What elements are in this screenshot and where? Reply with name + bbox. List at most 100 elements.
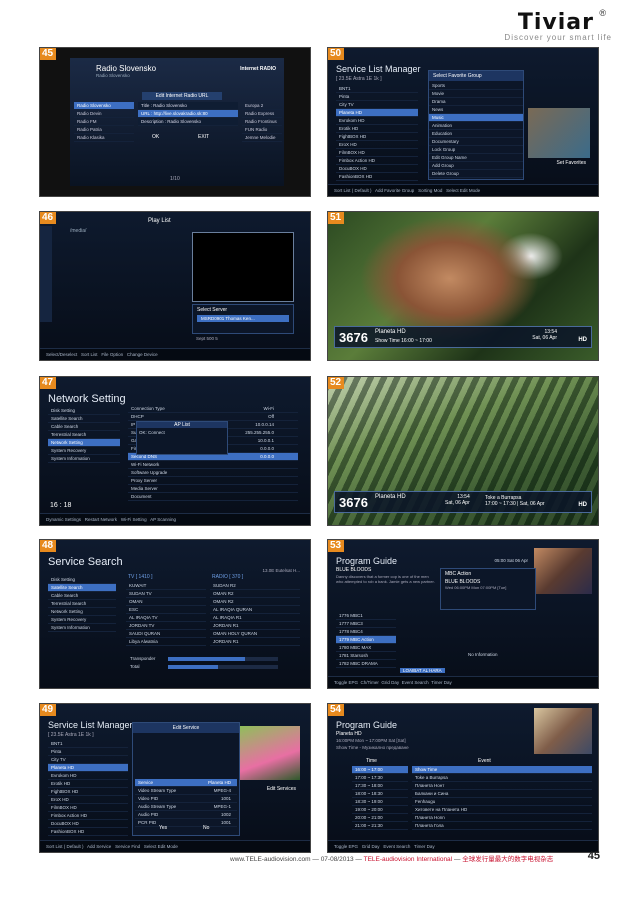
channel-item[interactable]: 1781 Starsosh [336, 652, 396, 660]
time-cell[interactable]: 19:00 ~ 20:00 [352, 806, 408, 814]
event-cell[interactable]: Балкани и Сина [412, 790, 592, 798]
channel-item[interactable]: 1776 MBC1 [336, 612, 396, 620]
event-cell[interactable]: Show Time [412, 766, 592, 774]
menu-item[interactable]: Sports [429, 82, 523, 90]
channel-item[interactable]: Evrokom HD [48, 772, 128, 780]
green-key[interactable]: Restart Network [85, 517, 117, 522]
list-item[interactable]: Radio Frontinus [242, 118, 282, 126]
event-cell[interactable]: Toke a Burrapsa [412, 774, 592, 782]
yellow-key[interactable]: Wi-Fi Setting [121, 517, 147, 522]
channel-item[interactable]: FashionBOX HD [336, 173, 418, 181]
menu-item[interactable]: Delete Group [429, 170, 523, 178]
channel-item[interactable]: FashionBOX HD [48, 828, 128, 836]
toggle-epg-key[interactable]: Toggle EPG [334, 844, 358, 849]
menu-item[interactable]: Terrestrial Search [48, 431, 120, 439]
video-stream-field[interactable]: Video Stream Type MPEG-4 [135, 787, 237, 795]
channel-item[interactable]: EroX HD [336, 141, 418, 149]
channel-item[interactable]: BNT1 [336, 85, 418, 93]
list-item[interactable]: Radio Slovensko [74, 102, 134, 110]
channel-item[interactable]: Evrokom HD [336, 117, 418, 125]
pcr-pid-field[interactable]: PCR PID 1001 [135, 819, 237, 827]
epg-cell[interactable]: LOAIBAT AL HARA [400, 668, 445, 673]
event-cell[interactable]: Планета Гола [412, 822, 592, 830]
time-cell[interactable]: 18:30 ~ 19:00 [352, 798, 408, 806]
menu-item[interactable]: Disk Setting [48, 576, 116, 584]
field-row[interactable]: DHCP Off [128, 413, 298, 421]
field-row[interactable]: Proxy Server [128, 477, 298, 485]
yellow-key[interactable]: Sorting Mod [418, 188, 442, 193]
event-search-key[interactable]: Event Search [383, 844, 410, 849]
audio-stream-field[interactable]: Audio Stream Type MPEG-1 [135, 803, 237, 811]
channel-item[interactable]: Planeta HD [48, 764, 128, 772]
time-cell[interactable]: 16:00 ~ 17:00 [352, 766, 408, 774]
channel-item[interactable]: 1779 MBC Action [336, 636, 396, 644]
event-cell[interactable]: Планета Нonn [412, 814, 592, 822]
menu-item[interactable]: Terrestrial Search [48, 600, 116, 608]
menu-item[interactable]: Music [429, 114, 523, 122]
channel-item[interactable]: Planeta HD [336, 109, 418, 117]
channel-item[interactable]: FilmBOX HD [48, 804, 128, 812]
menu-item[interactable]: Cable Search [48, 423, 120, 431]
channel-item[interactable]: FightBOX HD [336, 133, 418, 141]
channel-item[interactable]: Fimbox Action HD [48, 812, 128, 820]
grid-day-key[interactable]: Grid Day [362, 844, 380, 849]
event-search-key[interactable]: Event Search [402, 680, 429, 685]
field-row[interactable]: Document [128, 493, 298, 501]
channel-item[interactable]: Fimbox Action HD [336, 157, 418, 165]
ch-timer-key[interactable]: Ch/Timer [361, 680, 379, 685]
menu-item[interactable]: Satellite Search [48, 415, 120, 423]
field-row[interactable]: Media Server [128, 485, 298, 493]
menu-item[interactable]: Network Setting [48, 608, 116, 616]
channel-item[interactable]: Erotik HD [48, 780, 128, 788]
menu-item[interactable]: Disk Setting [48, 407, 120, 415]
channel-item[interactable]: 1780 MBC MAX [336, 644, 396, 652]
menu-item[interactable]: Movie [429, 90, 523, 98]
no-button[interactable]: No [203, 825, 209, 831]
yellow-key[interactable]: File Option [101, 352, 123, 357]
list-item[interactable]: Radio Klasika [74, 134, 134, 142]
video-pid-field[interactable]: Video PID 1001 [135, 795, 237, 803]
time-cell[interactable]: 17:30 ~ 18:00 [352, 782, 408, 790]
time-cell[interactable]: 21:00 ~ 21:30 [352, 822, 408, 830]
service-field[interactable]: Service Planeta HD [135, 779, 237, 787]
channel-item[interactable]: City TV [48, 756, 128, 764]
menu-item[interactable]: Network Setting [48, 439, 120, 447]
menu-item[interactable]: Drama [429, 98, 523, 106]
ok-button[interactable]: OK [152, 134, 159, 140]
red-key[interactable]: Dynamic Settings [46, 517, 81, 522]
time-cell[interactable]: 20:00 ~ 21:00 [352, 814, 408, 822]
green-key[interactable]: Sort List [81, 352, 98, 357]
blue-key[interactable]: AP Scanning [150, 517, 176, 522]
blue-key[interactable]: Change Device [127, 352, 158, 357]
menu-item[interactable]: Add Group [429, 162, 523, 170]
title-field[interactable]: Title : Radio Slovensko [138, 102, 238, 110]
audio-pid-field[interactable]: Audio PID 1002 [135, 811, 237, 819]
list-item[interactable]: Radio Express [242, 110, 282, 118]
blue-key[interactable]: Select Edit Mode [446, 188, 480, 193]
menu-item[interactable]: Satellite Search [48, 584, 116, 592]
field-row[interactable]: Wi-Fi Network [128, 461, 298, 469]
channel-item[interactable]: DocuBOX HD [336, 165, 418, 173]
menu-item[interactable]: System Information [48, 624, 116, 632]
menu-item[interactable]: Cable Search [48, 592, 116, 600]
list-item[interactable]: FUN Radio [242, 126, 282, 134]
description-field[interactable]: Description : Radio Slovensko [138, 118, 238, 126]
exit-button[interactable]: EXIT [198, 134, 209, 140]
yellow-key[interactable]: Service Find [115, 844, 140, 849]
event-cell[interactable]: Хитовете на Планета HD [412, 806, 592, 814]
server-item[interactable]: MSRD0901 Thomas Ken... [197, 315, 289, 322]
channel-item[interactable]: 1782 MBC DRAMA [336, 660, 396, 668]
website-link[interactable]: www.TELE-audiovision.com [230, 856, 311, 863]
channel-item[interactable]: City TV [336, 101, 418, 109]
field-row[interactable]: Software Upgrade [128, 469, 298, 477]
time-cell[interactable]: 17:00 ~ 17:30 [352, 774, 408, 782]
connect-hint[interactable]: OK: Connect [137, 428, 227, 437]
green-key[interactable]: Add Service [87, 844, 111, 849]
red-key[interactable]: Sort List ( Default ) [334, 188, 372, 193]
red-key[interactable]: Sort List ( Default ) [46, 844, 84, 849]
list-item[interactable]: Radio Patria [74, 126, 134, 134]
menu-item[interactable]: Edit Group Name [429, 154, 523, 162]
channel-item[interactable]: Erotik HD [336, 125, 418, 133]
list-item[interactable]: Jemne Melodie [242, 134, 282, 142]
menu-item[interactable]: Documentary [429, 138, 523, 146]
